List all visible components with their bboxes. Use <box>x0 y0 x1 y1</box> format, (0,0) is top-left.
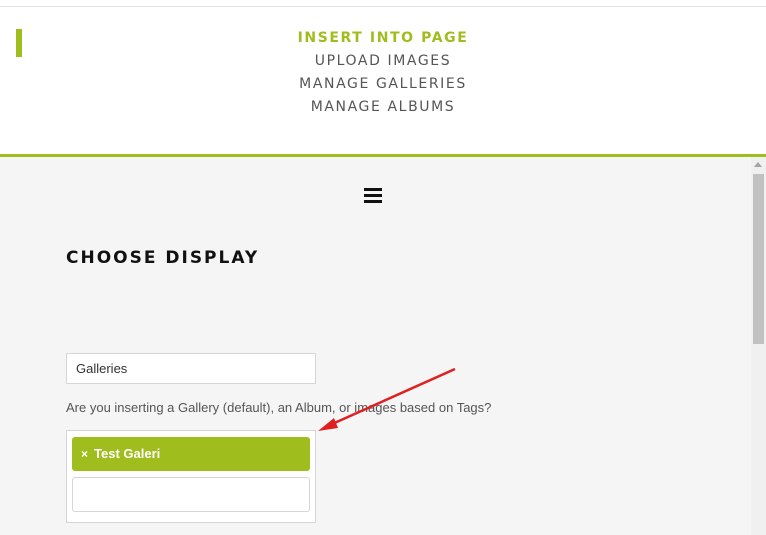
top-nav: INSERT INTO PAGE UPLOAD IMAGES MANAGE GA… <box>0 7 766 154</box>
menu-item-manage-albums[interactable]: MANAGE ALBUMS <box>0 98 766 121</box>
gallery-tag-selector: × Test Galeri <box>66 430 316 523</box>
hamburger-icon[interactable] <box>364 188 382 204</box>
menu-item-manage-galleries[interactable]: MANAGE GALLERIES <box>0 75 766 98</box>
tag-search-input[interactable] <box>72 477 310 512</box>
page-title: CHOOSE DISPLAY <box>66 248 260 268</box>
close-icon[interactable]: × <box>81 447 88 461</box>
main-content: CHOOSE DISPLAY Galleries Are you inserti… <box>0 157 751 535</box>
menu-item-insert-into-page[interactable]: INSERT INTO PAGE <box>0 29 766 52</box>
selected-tag-chip[interactable]: × Test Galeri <box>72 437 310 471</box>
display-type-select[interactable]: Galleries <box>66 353 316 384</box>
menu-item-upload-images[interactable]: UPLOAD IMAGES <box>0 52 766 75</box>
scroll-up-icon[interactable] <box>754 162 762 167</box>
vertical-scrollbar[interactable] <box>751 157 766 535</box>
display-type-help: Are you inserting a Gallery (default), a… <box>66 400 492 415</box>
scroll-thumb[interactable] <box>753 174 764 344</box>
tag-label: Test Galeri <box>94 446 161 461</box>
main-menu: INSERT INTO PAGE UPLOAD IMAGES MANAGE GA… <box>0 29 766 121</box>
